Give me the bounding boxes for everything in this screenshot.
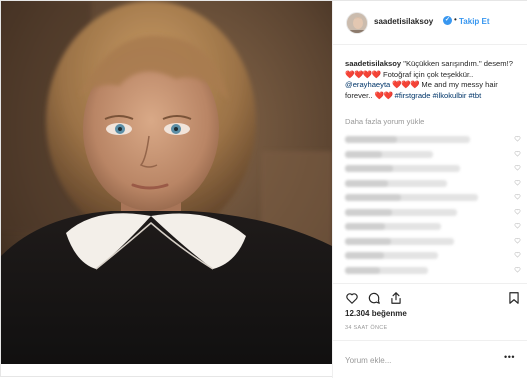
share-icon[interactable] bbox=[389, 291, 403, 305]
caption-hashtag-tbt[interactable]: #tbt bbox=[469, 91, 482, 100]
post-timestamp[interactable]: 34 SAAT ÖNCE bbox=[345, 325, 388, 331]
comment-username-blurred bbox=[345, 223, 385, 230]
comment-like-heart-icon[interactable] bbox=[514, 193, 521, 200]
bookmark-icon[interactable] bbox=[507, 291, 521, 305]
post-header: saadetisilaksoy ✓ • Takip Et bbox=[333, 1, 527, 45]
comment-text-blurred bbox=[345, 150, 433, 158]
load-more-comments-link[interactable]: Daha fazla yorum yükle bbox=[345, 117, 424, 126]
caption-emoji-1: ❤️❤️❤️❤️ bbox=[345, 69, 381, 79]
more-options-button[interactable]: ••• bbox=[504, 352, 515, 362]
comment-like-heart-icon[interactable] bbox=[514, 150, 521, 157]
avatar-image bbox=[347, 13, 367, 33]
comment-username-blurred bbox=[345, 208, 392, 216]
comment-username-blurred bbox=[345, 194, 401, 201]
caption-hashtag-firstgrade[interactable]: #firstgrade bbox=[395, 91, 431, 100]
post-username[interactable]: saadetisilaksoy bbox=[374, 17, 433, 26]
comment-row bbox=[345, 149, 525, 161]
caption-emoji-2: ❤️❤️❤️ bbox=[392, 80, 420, 89]
comment-icon[interactable] bbox=[367, 291, 381, 305]
child-portrait-image bbox=[1, 1, 332, 364]
post-photo[interactable] bbox=[1, 1, 332, 364]
comment-like-heart-icon[interactable] bbox=[514, 164, 521, 171]
comment-like-heart-icon[interactable] bbox=[514, 251, 521, 258]
comment-username-blurred bbox=[345, 179, 388, 187]
comment-row bbox=[345, 163, 525, 175]
caption-text-1: "Küçükken sarışındım." desem!? bbox=[403, 59, 513, 68]
comment-row bbox=[345, 250, 525, 262]
comment-text-blurred bbox=[345, 165, 460, 172]
verified-badge-icon: ✓ bbox=[443, 16, 452, 25]
caption-hashtag-ilkokulbir[interactable]: #ilkokulbir bbox=[433, 91, 467, 100]
avatar[interactable] bbox=[346, 12, 368, 34]
comment-username-blurred bbox=[345, 165, 393, 172]
post-sidebar: saadetisilaksoy ✓ • Takip Et saadetisila… bbox=[332, 1, 527, 378]
comment-username-blurred bbox=[345, 266, 380, 274]
post-actions-bar bbox=[333, 283, 527, 307]
comment-like-heart-icon[interactable] bbox=[514, 179, 521, 186]
caption-mention[interactable]: @erayhaeyta bbox=[345, 80, 390, 89]
comment-text-blurred bbox=[345, 237, 454, 245]
header-dot-separator: • bbox=[454, 15, 457, 24]
likes-count[interactable]: 12.304 beğenme bbox=[345, 309, 407, 318]
comment-text-blurred bbox=[345, 266, 428, 274]
caption-text-2: Fotoğraf için çok teşekkür.. bbox=[382, 69, 474, 79]
comment-row bbox=[345, 221, 525, 233]
comment-row bbox=[345, 236, 525, 248]
comment-text-blurred bbox=[345, 136, 470, 143]
caption-username[interactable]: saadetisilaksoy bbox=[345, 59, 401, 68]
heart-icon[interactable] bbox=[345, 291, 359, 305]
post-caption: saadetisilaksoy "Küçükken sarışındım." d… bbox=[345, 59, 517, 101]
comment-username-blurred bbox=[345, 252, 384, 259]
comment-row bbox=[345, 207, 525, 219]
comment-username-blurred bbox=[345, 150, 382, 158]
comment-row bbox=[345, 178, 525, 190]
comment-row bbox=[345, 192, 525, 204]
comment-text-blurred bbox=[345, 194, 478, 201]
comment-like-heart-icon[interactable] bbox=[514, 237, 521, 244]
comment-row bbox=[345, 134, 525, 146]
comment-like-heart-icon[interactable] bbox=[514, 266, 521, 273]
comment-like-heart-icon[interactable] bbox=[514, 222, 521, 229]
comment-like-heart-icon[interactable] bbox=[514, 208, 521, 215]
caption-emoji-3: ❤️❤️ bbox=[374, 90, 393, 100]
comment-like-heart-icon[interactable] bbox=[514, 135, 521, 142]
comment-text-blurred bbox=[345, 179, 447, 187]
comment-username-blurred bbox=[345, 237, 391, 245]
add-comment-bar: ••• bbox=[333, 340, 527, 378]
follow-button[interactable]: Takip Et bbox=[459, 17, 490, 26]
comment-row bbox=[345, 265, 525, 277]
comment-text-blurred bbox=[345, 208, 457, 216]
comment-text-blurred bbox=[345, 223, 441, 230]
comments-section: saadetisilaksoy "Küçükken sarışındım." d… bbox=[333, 51, 527, 283]
comment-text-blurred bbox=[345, 252, 438, 259]
comment-username-blurred bbox=[345, 136, 397, 143]
comment-input[interactable] bbox=[345, 353, 495, 367]
instagram-post-window: saadetisilaksoy ✓ • Takip Et saadetisila… bbox=[0, 0, 527, 378]
